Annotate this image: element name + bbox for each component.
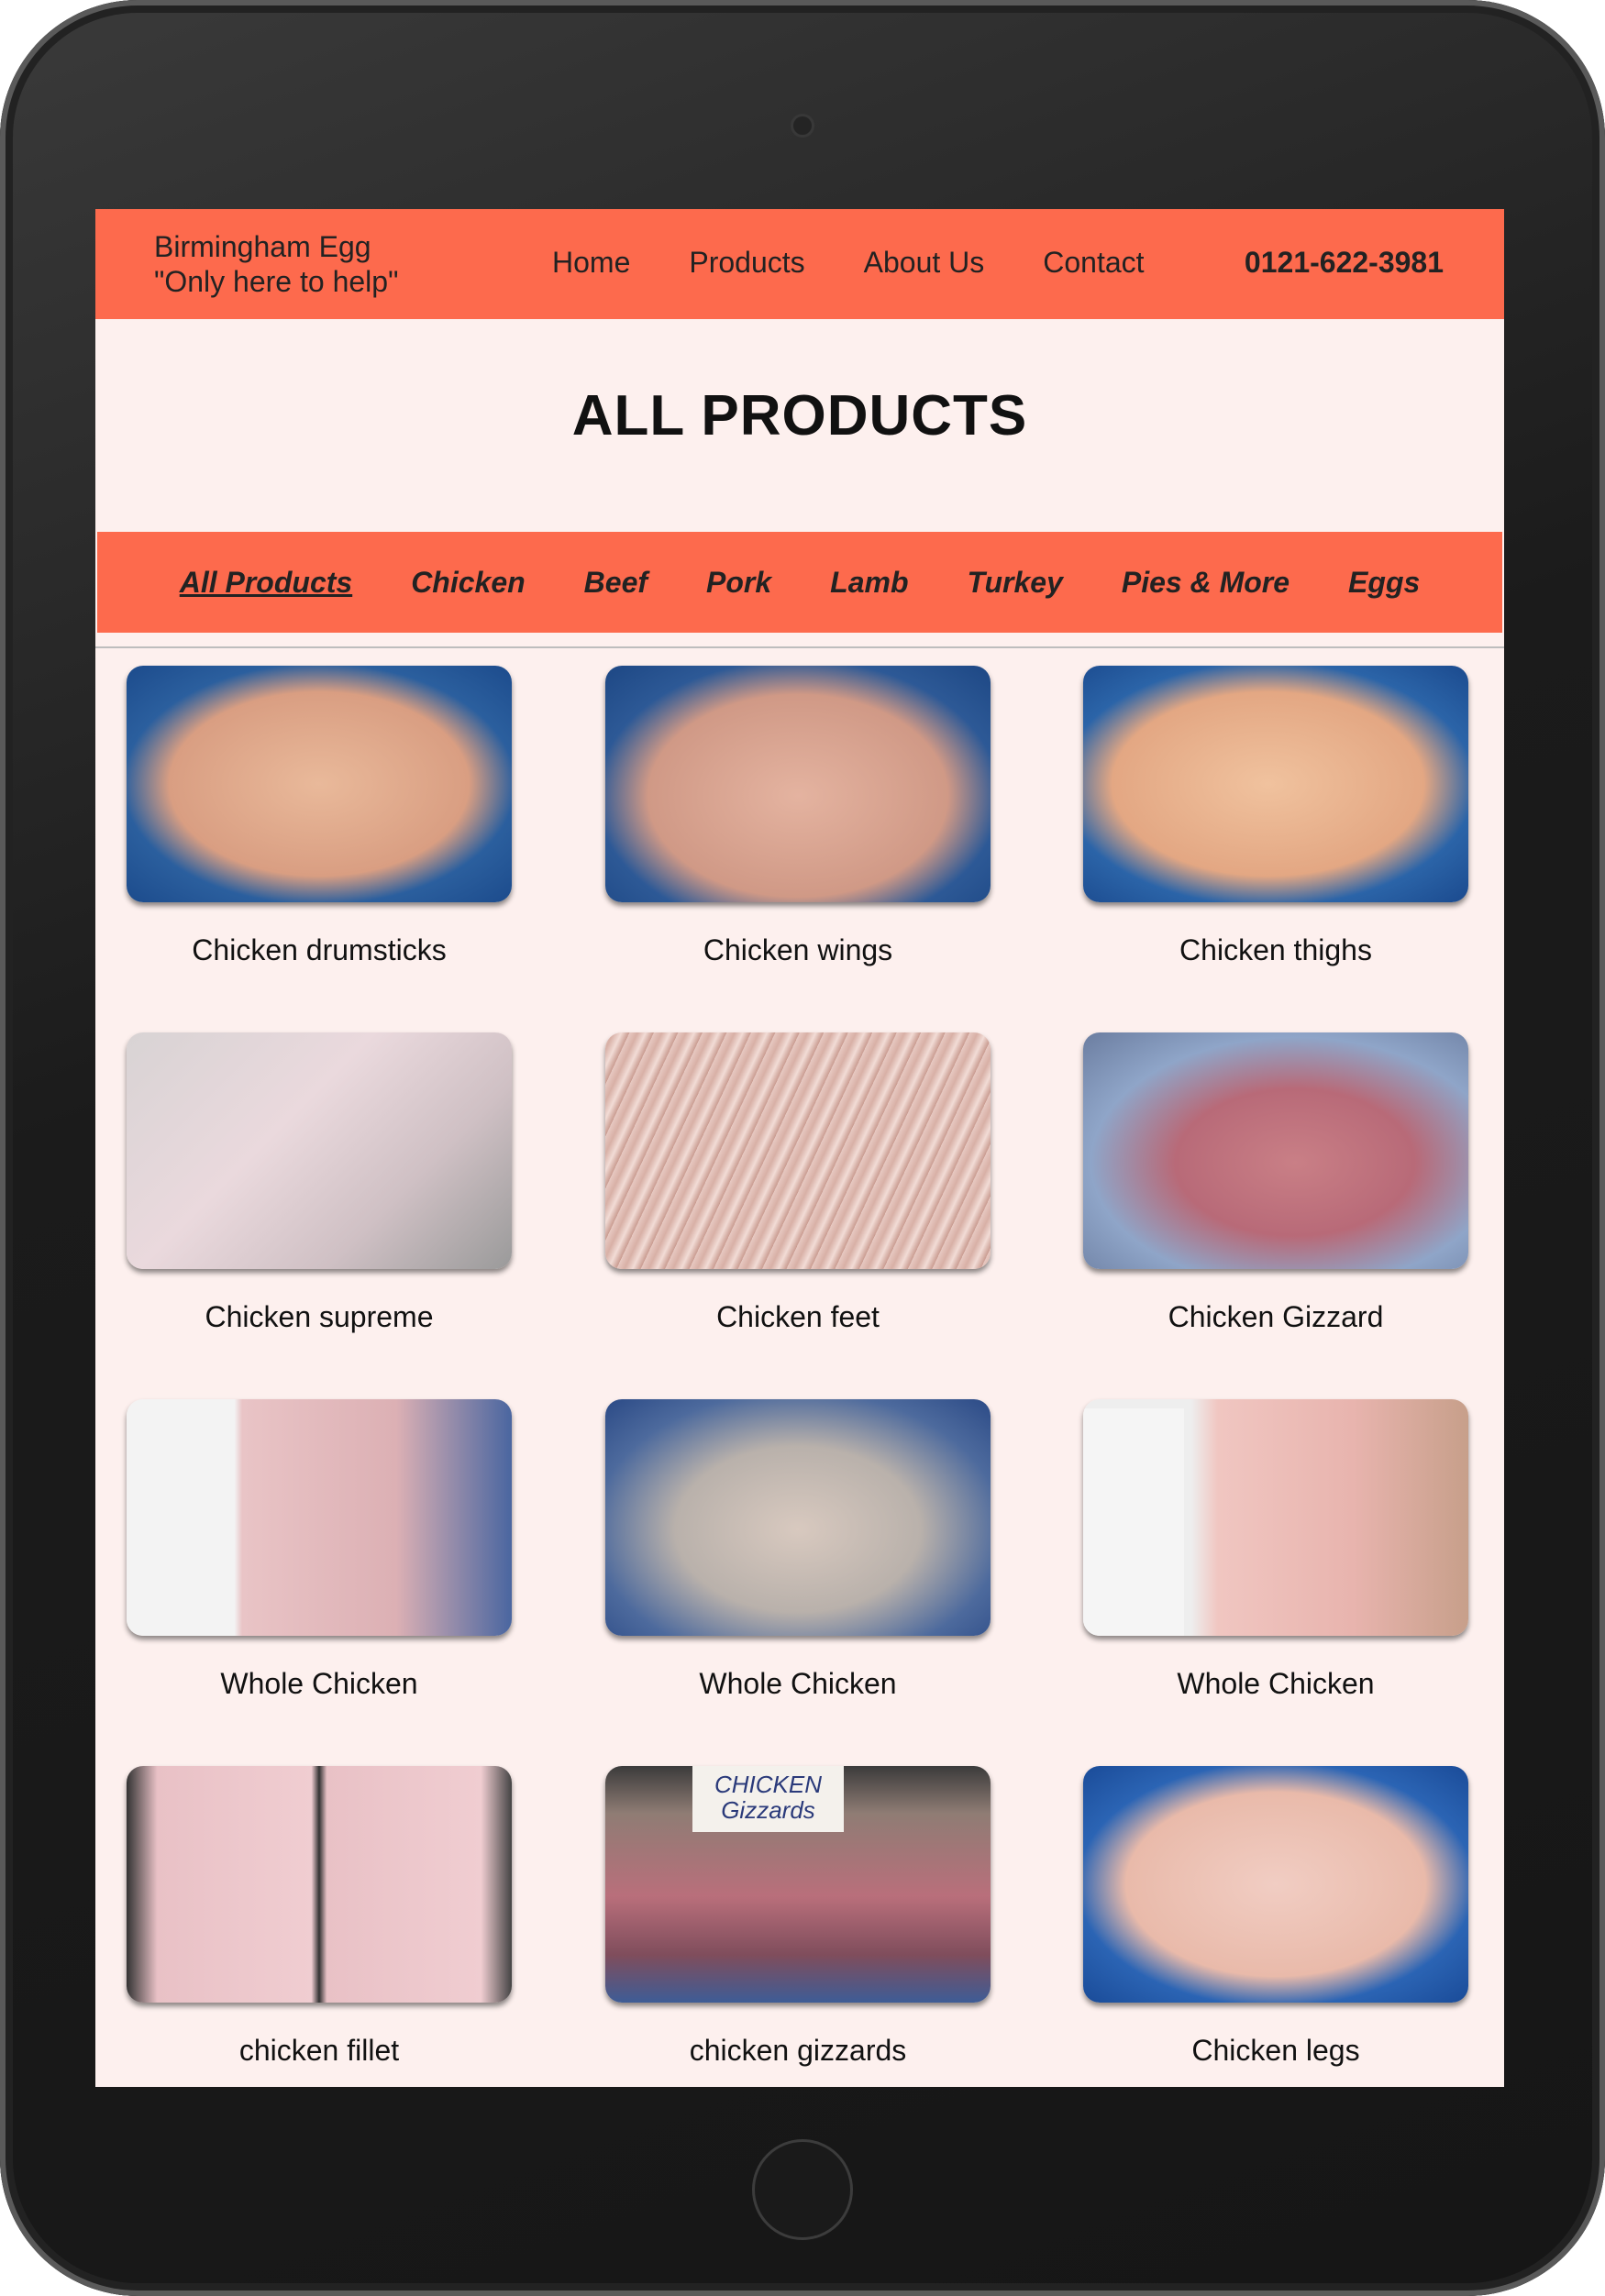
category-all-products[interactable]: All Products bbox=[180, 566, 352, 600]
product-image[interactable] bbox=[127, 1766, 512, 2003]
category-beef[interactable]: Beef bbox=[584, 566, 648, 600]
product-image[interactable]: CHICKEN Gizzards bbox=[605, 1766, 991, 2003]
product-name[interactable]: chicken fillet bbox=[127, 2034, 512, 2068]
product-image[interactable] bbox=[1083, 1766, 1468, 2003]
nav-home[interactable]: Home bbox=[552, 246, 630, 280]
product-image[interactable] bbox=[605, 1399, 991, 1636]
product-image[interactable] bbox=[127, 666, 512, 902]
category-chicken[interactable]: Chicken bbox=[411, 566, 525, 600]
product-image[interactable] bbox=[1083, 666, 1468, 902]
home-button[interactable] bbox=[752, 2139, 853, 2240]
product-card[interactable]: Chicken wings bbox=[605, 666, 991, 996]
phone-number[interactable]: 0121-622-3981 bbox=[1245, 246, 1444, 280]
category-lamb[interactable]: Lamb bbox=[830, 566, 908, 600]
product-card[interactable]: Chicken legs bbox=[1083, 1766, 1468, 2087]
product-name[interactable]: Chicken drumsticks bbox=[127, 933, 512, 967]
brand-name: Birmingham Egg bbox=[154, 230, 371, 263]
category-turkey[interactable]: Turkey bbox=[968, 566, 1063, 600]
box-photo-detail bbox=[1083, 1408, 1184, 1636]
product-name[interactable]: Chicken Gizzard bbox=[1083, 1300, 1468, 1334]
product-image[interactable] bbox=[1083, 1032, 1468, 1269]
tablet-frame: Birmingham Egg "Only here to help" Home … bbox=[0, 0, 1605, 2296]
product-name[interactable]: Chicken legs bbox=[1083, 2034, 1468, 2068]
main-nav: Home Products About Us Contact bbox=[552, 246, 1145, 280]
camera-icon bbox=[791, 114, 814, 138]
product-image[interactable] bbox=[605, 666, 991, 902]
product-image[interactable] bbox=[127, 1032, 512, 1269]
product-card[interactable]: Chicken thighs bbox=[1083, 666, 1468, 996]
nav-products[interactable]: Products bbox=[689, 246, 804, 280]
product-card[interactable]: chicken fillet bbox=[127, 1766, 512, 2087]
brand[interactable]: Birmingham Egg "Only here to help" bbox=[154, 229, 398, 299]
product-name[interactable]: Whole Chicken bbox=[1083, 1667, 1468, 1701]
product-card[interactable]: Chicken Gizzard bbox=[1083, 1032, 1468, 1363]
category-list: All Products Chicken Beef Pork Lamb Turk… bbox=[97, 532, 1502, 633]
photo-sign: CHICKEN Gizzards bbox=[692, 1766, 844, 1832]
product-name[interactable]: Chicken wings bbox=[605, 933, 991, 967]
category-eggs[interactable]: Eggs bbox=[1348, 566, 1420, 600]
product-image[interactable] bbox=[127, 1399, 512, 1636]
nav-about-us[interactable]: About Us bbox=[864, 246, 985, 280]
product-name[interactable]: Whole Chicken bbox=[127, 1667, 512, 1701]
product-name[interactable]: Chicken thighs bbox=[1083, 933, 1468, 967]
product-name[interactable]: Chicken feet bbox=[605, 1300, 991, 1334]
nav-contact[interactable]: Contact bbox=[1043, 246, 1144, 280]
product-card[interactable]: CHICKEN Gizzards chicken gizzards bbox=[605, 1766, 991, 2087]
product-name[interactable]: Chicken supreme bbox=[127, 1300, 512, 1334]
category-pork[interactable]: Pork bbox=[706, 566, 771, 600]
product-card[interactable]: Whole Chicken bbox=[605, 1399, 991, 1729]
brand-tagline: "Only here to help" bbox=[154, 265, 399, 298]
site-header: Birmingham Egg "Only here to help" Home … bbox=[95, 209, 1504, 319]
browser-screen: Birmingham Egg "Only here to help" Home … bbox=[95, 209, 1504, 2087]
product-card[interactable]: Whole Chicken bbox=[1083, 1399, 1468, 1729]
product-name[interactable]: Whole Chicken bbox=[605, 1667, 991, 1701]
product-card[interactable]: Chicken feet bbox=[605, 1032, 991, 1363]
product-name[interactable]: chicken gizzards bbox=[605, 2034, 991, 2068]
page-title: ALL PRODUCTS bbox=[571, 384, 1028, 447]
product-image[interactable] bbox=[1083, 1399, 1468, 1636]
product-card[interactable]: Chicken drumsticks bbox=[127, 666, 512, 996]
category-pies-more[interactable]: Pies & More bbox=[1122, 566, 1290, 600]
product-card[interactable]: Whole Chicken bbox=[127, 1399, 512, 1729]
divider bbox=[95, 646, 1504, 648]
category-bar: All Products Chicken Beef Pork Lamb Turk… bbox=[97, 532, 1502, 633]
product-image[interactable] bbox=[605, 1032, 991, 1269]
product-card[interactable]: Chicken supreme bbox=[127, 1032, 512, 1363]
